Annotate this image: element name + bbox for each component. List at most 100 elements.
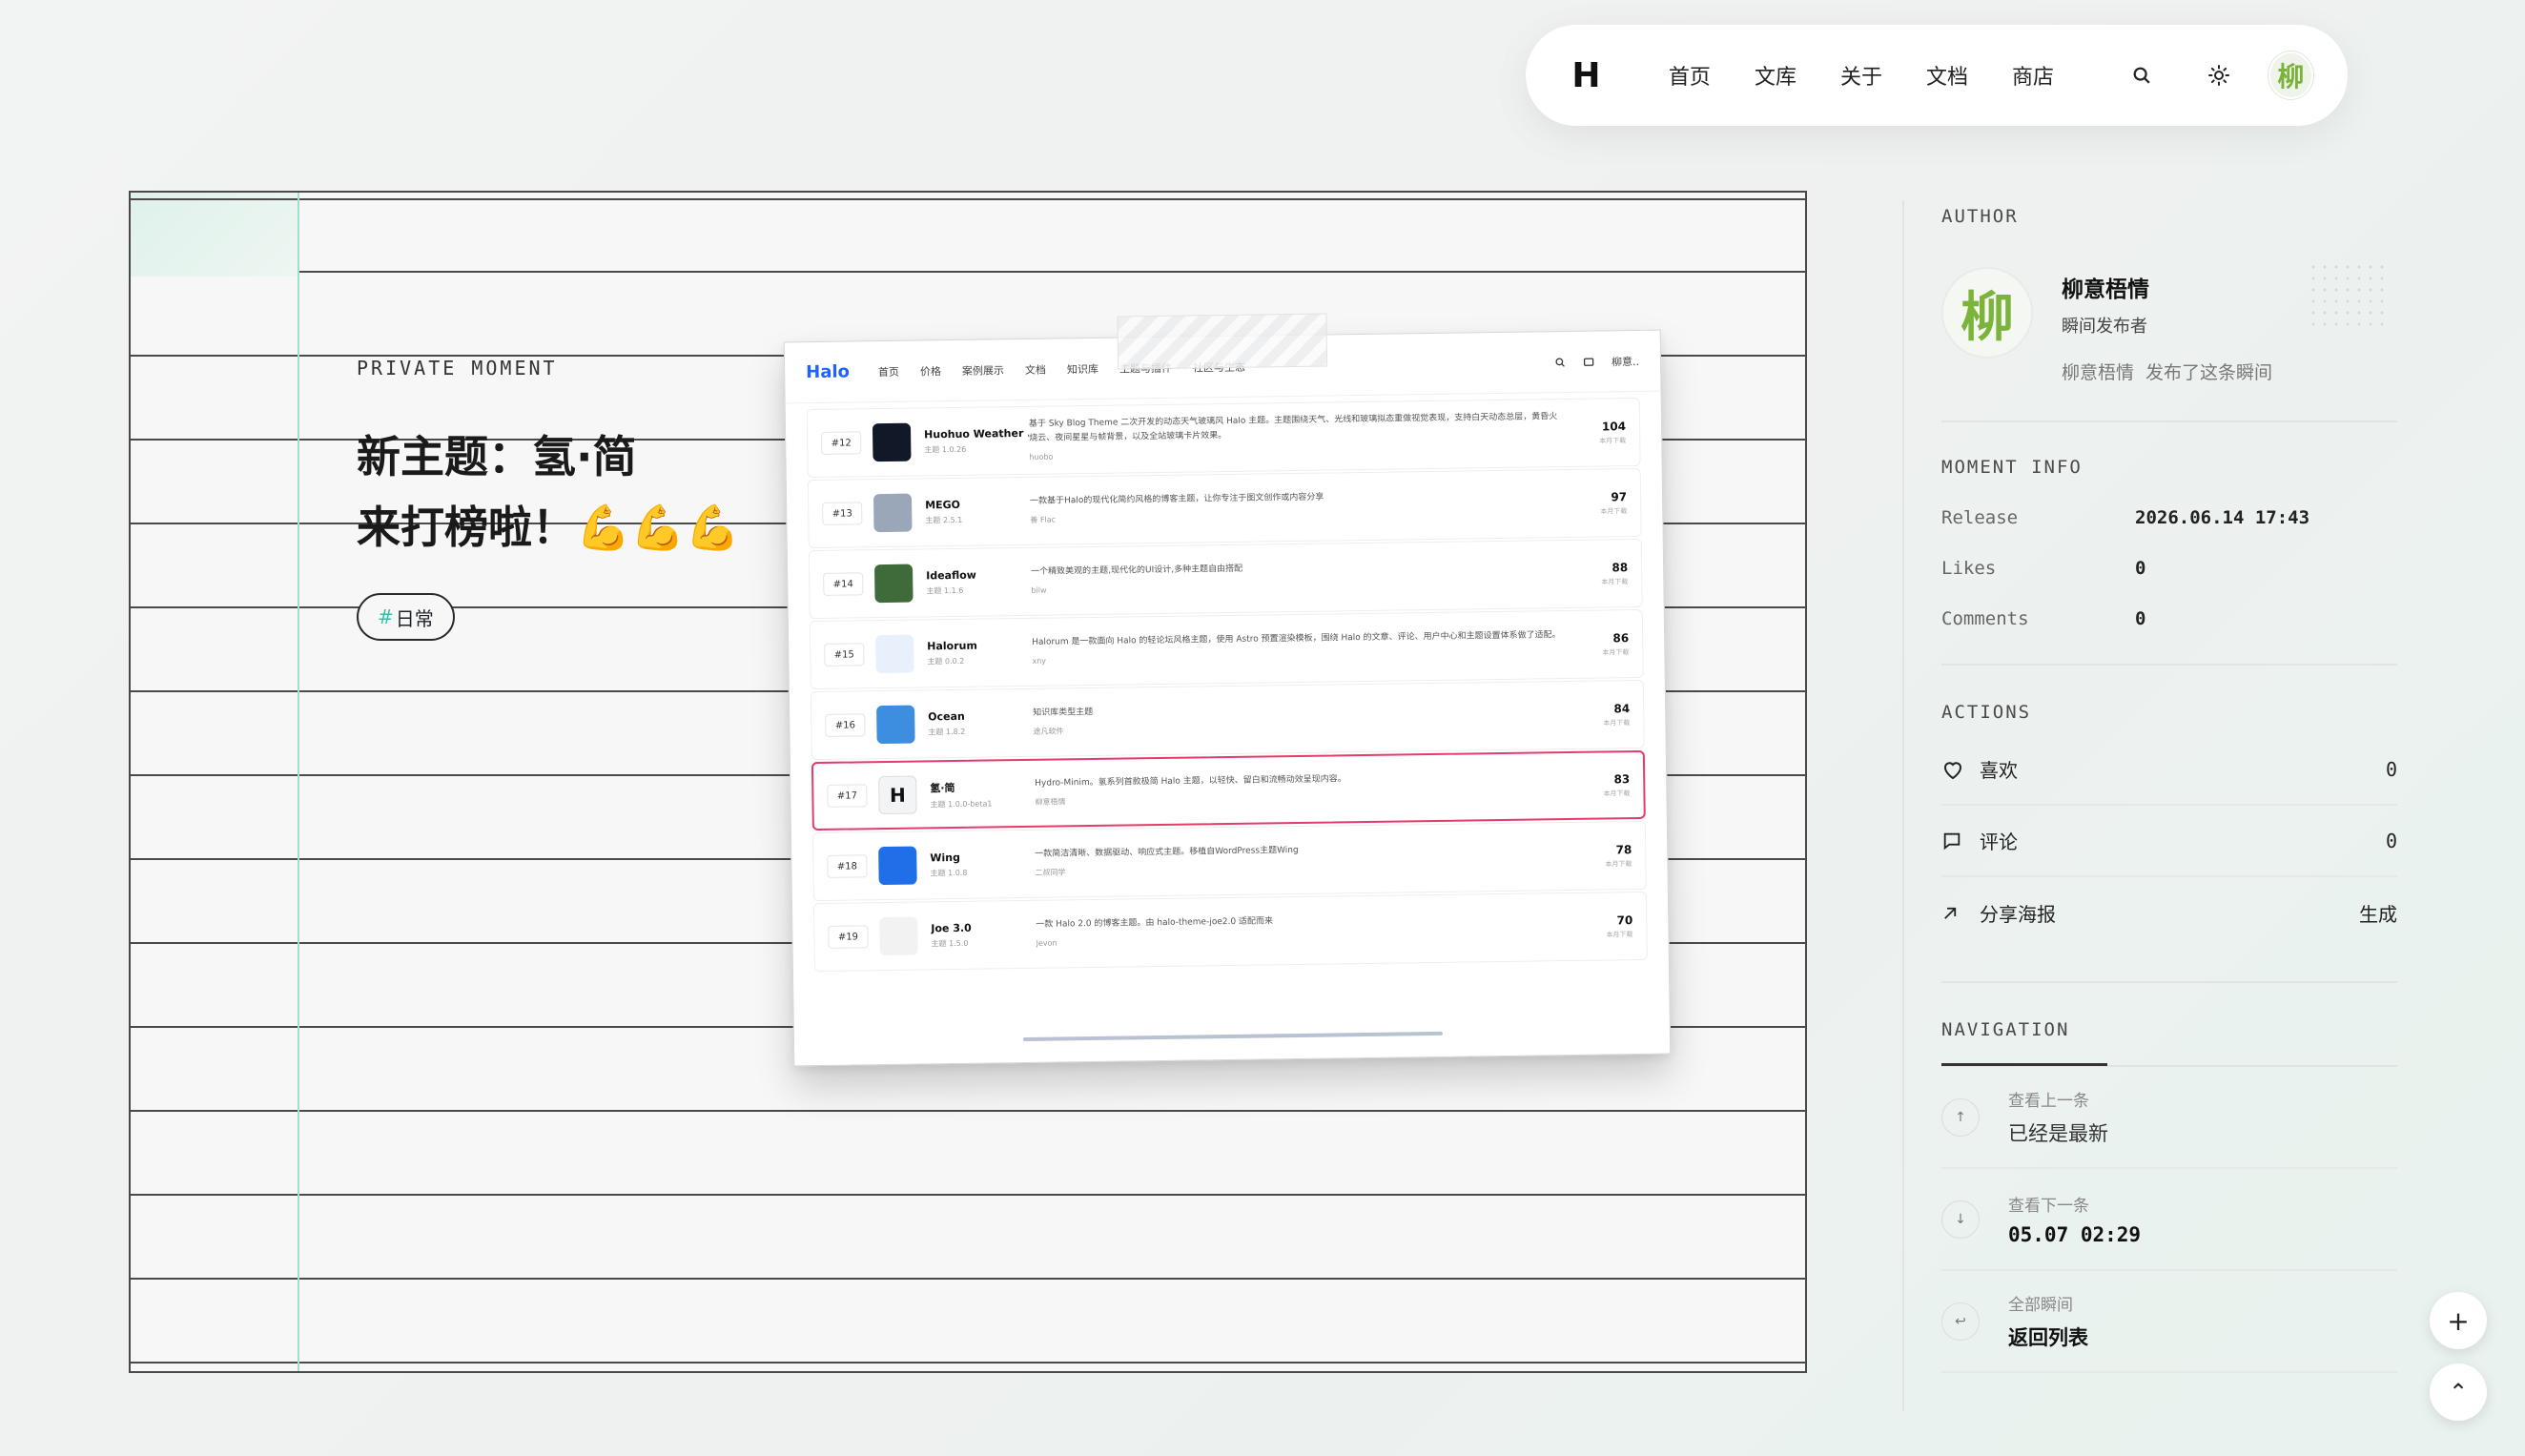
theme-name: Halorum xyxy=(927,639,977,653)
theme-description: 知识库类型主题 xyxy=(1033,707,1094,718)
theme-name: Ocean xyxy=(928,709,965,724)
theme-author: 柳意梧情 xyxy=(1035,797,1066,807)
theme-rank: #18 xyxy=(827,854,868,878)
theme-rank: #13 xyxy=(822,502,863,525)
theme-description-block: 一款 Halo 2.0 的博客主题。由 halo-theme-joe2.0 适配… xyxy=(1036,911,1585,951)
author-header: AUTHOR xyxy=(1941,206,2019,227)
next-moment-label: 查看下一条 xyxy=(2008,1197,2089,1216)
navigation-underline xyxy=(1941,1063,2107,1066)
theme-description-block: Halorum 是一款面向 Halo 的轻论坛风格主题，使用 Astro 预置渲… xyxy=(1032,628,1581,668)
back-to-list-label: 全部瞬间 xyxy=(2008,1296,2073,1315)
theme-rank: #16 xyxy=(825,713,866,737)
tag-daily[interactable]: # 日常 xyxy=(357,593,455,641)
comment-count: 0 xyxy=(2385,829,2397,852)
info-value: 0 xyxy=(2135,608,2146,629)
prev-moment-link[interactable]: ↑ 查看上一条 已经是最新 xyxy=(1941,1067,2397,1169)
theme-author: xny xyxy=(1032,656,1047,666)
nav-link-store[interactable]: 商店 xyxy=(2012,60,2054,91)
theme-download-unit: 本月下载 xyxy=(1603,718,1631,727)
like-count: 0 xyxy=(2385,757,2397,781)
author-avatar[interactable]: 柳 xyxy=(1941,267,2033,359)
theme-author: huobo xyxy=(1029,452,1054,461)
sidebar: AUTHOR 柳 柳意梧情 瞬间发布者 柳意梧情 发布了这条瞬间 MOMENT I… xyxy=(1941,191,2397,1373)
theme-thumbnail xyxy=(878,846,917,886)
plus-button[interactable]: + xyxy=(2430,1292,2487,1349)
theme-name-block: MEGO 主题 2.5.1 xyxy=(925,498,1030,526)
theme-download-count: 97 xyxy=(1611,489,1628,503)
nav-link-docs[interactable]: 文档 xyxy=(1926,60,1968,91)
actions-header: ACTIONS xyxy=(1941,702,2032,723)
nav-link-library[interactable]: 文库 xyxy=(1755,60,1796,91)
like-label: 喜欢 xyxy=(1980,759,2018,782)
moment-title-line-1: 新主题：氢·简 xyxy=(357,431,637,482)
divider xyxy=(1941,664,2397,666)
theme-version: 主题 0.0.2 xyxy=(927,656,965,666)
site-logo[interactable]: H xyxy=(1564,51,1609,99)
theme-description: Halorum 是一款面向 Halo 的轻论坛风格主题，使用 Astro 预置渲… xyxy=(1032,630,1561,647)
navigation-header: NAVIGATION xyxy=(1941,1019,2070,1040)
tag-label: 日常 xyxy=(395,606,434,630)
moment-title-line-2: 来打榜啦！💪💪💪 xyxy=(357,502,740,553)
info-row-comments: Comments 0 xyxy=(1941,608,2397,629)
comment-button[interactable]: 评论 0 xyxy=(1941,806,2397,877)
screenshot-nav-item: 文档 xyxy=(1024,363,1047,377)
theme-download-count: 86 xyxy=(1612,630,1630,645)
theme-downloads: 83 本月下载 xyxy=(1582,772,1630,799)
theme-download-unit: 本月下载 xyxy=(1606,930,1633,938)
nav-link-home[interactable]: 首页 xyxy=(1669,60,1711,91)
moment-info-header: MOMENT INFO xyxy=(1941,457,2083,478)
author-name[interactable]: 柳意梧情 xyxy=(2062,271,2272,303)
theme-name-block: Huohuo Weather ... 主题 1.0.26 xyxy=(924,427,1029,456)
theme-download-unit: 本月下载 xyxy=(1599,436,1627,445)
screenshot-theme-row: #18 Wing 主题 1.0.8 一款简洁清晰、数据驱动、响应式主题。移植自Word… xyxy=(811,820,1647,902)
like-button[interactable]: 喜欢 0 xyxy=(1941,734,2397,806)
theme-rank: #12 xyxy=(821,431,862,455)
screenshot-window-icon xyxy=(1583,357,1594,366)
author-activity-text: 发布了这条瞬间 xyxy=(2145,362,2273,383)
paper-corner-decor xyxy=(131,193,298,277)
author-box: 柳 柳意梧情 瞬间发布者 柳意梧情 发布了这条瞬间 xyxy=(1941,267,2397,384)
screenshot-nav-item: 知识库 xyxy=(1066,362,1099,376)
theme-version: 主题 2.5.1 xyxy=(925,515,963,525)
next-moment-link[interactable]: ↓ 查看下一条 05.07 02:29 xyxy=(1941,1169,2397,1271)
arrow-down-icon: ↓ xyxy=(1941,1200,1980,1239)
navigation-list: ↑ 查看上一条 已经是最新 ↓ 查看下一条 05.07 02:29 ↩ 全部瞬间… xyxy=(1941,1063,2397,1373)
screenshot-user: 柳意.. xyxy=(1611,355,1640,368)
theme-toggle-sun-icon[interactable] xyxy=(2197,51,2242,99)
screenshot-logo: Halo xyxy=(806,361,851,383)
theme-name: Joe 3.0 xyxy=(931,921,972,935)
theme-downloads: 78 本月下载 xyxy=(1584,843,1632,870)
theme-download-count: 84 xyxy=(1613,701,1631,715)
comment-label: 评论 xyxy=(1980,831,2018,853)
info-key: Release xyxy=(1941,507,2019,528)
theme-download-unit: 本月下载 xyxy=(1605,859,1632,868)
theme-version: 主题 1.0.8 xyxy=(930,868,968,878)
theme-author: 二叔同学 xyxy=(1035,868,1066,877)
share-poster-button[interactable]: 分享海报 生成 xyxy=(1941,877,2397,949)
moment-info-list: Release 2026.06.14 17:43 Likes 0 Comment… xyxy=(1941,507,2397,629)
theme-download-count: 104 xyxy=(1601,419,1627,433)
divider xyxy=(1941,420,2397,422)
theme-downloads: 97 本月下载 xyxy=(1579,490,1627,517)
theme-name: 氢·简 xyxy=(930,781,955,794)
moment-image[interactable]: Halo 首页 价格 案例展示 文档 知识库 主题与插件 社区与生态 柳意.. … xyxy=(783,313,1672,1067)
theme-description: 一款基于Halo的现代化简约风格的博客主题，让你专注于图文创作或内容分享 xyxy=(1030,492,1324,506)
theme-description-block: 一个精致美观的主题,现代化的UI设计,多种主题自由搭配 bilw xyxy=(1031,558,1580,598)
screenshot-nav-item: 价格 xyxy=(919,364,942,378)
theme-thumbnail xyxy=(876,705,915,745)
search-icon[interactable] xyxy=(2120,51,2165,99)
author-activity-name: 柳意梧情 xyxy=(2062,362,2135,383)
user-avatar[interactable]: 柳 xyxy=(2268,51,2314,99)
theme-download-count: 70 xyxy=(1616,913,1633,927)
nav-link-about[interactable]: 关于 xyxy=(1840,60,1882,91)
screenshot-theme-row: #14 Ideaflow 主题 1.1.6 一个精致美观的主题,现代化的UI设计,多种… xyxy=(808,538,1643,620)
theme-thumbnail xyxy=(872,493,913,533)
info-value: 0 xyxy=(2135,558,2146,579)
back-to-list-link[interactable]: ↩ 全部瞬间 返回列表 xyxy=(1941,1271,2397,1373)
theme-name-block: Joe 3.0 主题 1.5.0 xyxy=(931,921,1036,950)
theme-downloads: 86 本月下载 xyxy=(1581,631,1629,658)
theme-download-count: 83 xyxy=(1613,771,1631,786)
theme-download-unit: 本月下载 xyxy=(1600,506,1628,516)
paper-margin-line xyxy=(298,193,299,1371)
back-to-top-button[interactable]: ⌃ xyxy=(2430,1364,2487,1421)
